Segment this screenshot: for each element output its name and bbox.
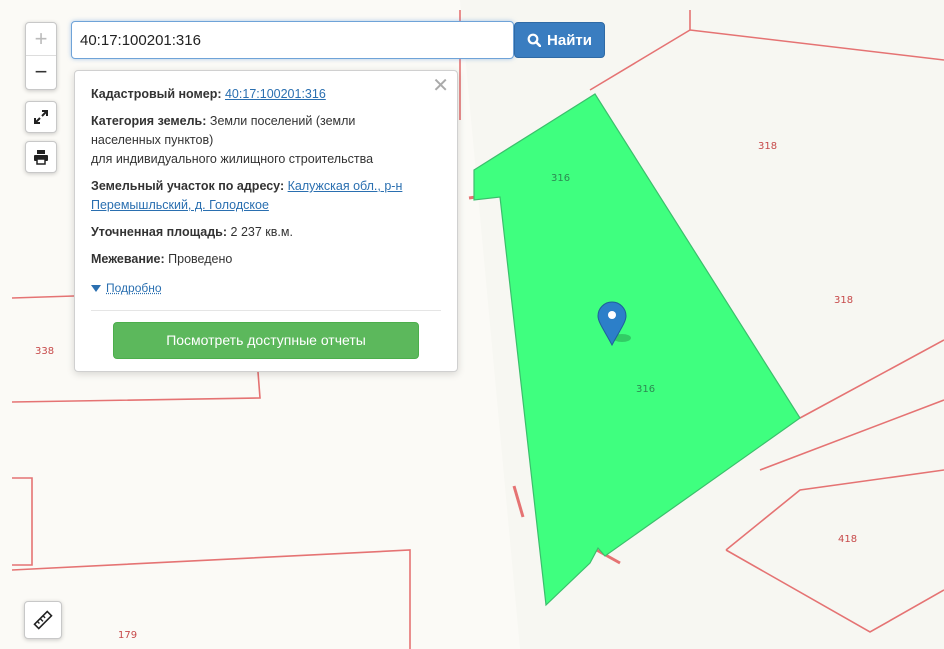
ruler-icon [33,610,53,630]
category-label: Категория земель: [91,114,207,128]
caret-down-icon [91,285,101,292]
search-input[interactable] [71,21,514,59]
survey-value: Проведено [168,252,233,266]
address-row: Земельный участок по адресу: Калужская о… [91,177,441,215]
category-row: Категория земель: Земли поселений (земли… [91,112,441,169]
area-label: Уточненная площадь: [91,225,228,239]
details-label: Подробно [106,281,162,295]
parcel-label: 318 [758,141,777,152]
parcel-label: 418 [838,534,857,545]
category-value: Земли поселений (земли [209,114,356,128]
category-value: для индивидуального жилищного строительс… [91,152,374,166]
cadastral-link[interactable]: 40:17:100201:316 [225,87,326,101]
zoom-out-button[interactable]: − [26,55,56,88]
parcel-label: 318 [834,295,853,306]
expand-icon [34,110,48,124]
parcel-label: 316 [636,384,655,395]
area-value: 2 237 кв.м. [230,225,293,239]
survey-label: Межевание: [91,252,165,266]
address-link[interactable]: Перемышльский, д. Голодское [91,198,269,212]
divider [91,310,441,311]
parcel-label: 316 [551,173,570,184]
address-link[interactable]: Калужская обл., р-н [288,179,403,193]
parcel-label: 179 [118,630,137,641]
measure-button[interactable] [24,601,62,639]
cadastral-row: Кадастровый номер: 40:17:100201:316 [91,85,441,104]
zoom-in-button[interactable]: + [26,23,56,55]
address-label: Земельный участок по адресу: [91,179,285,193]
parcel-info-popup: ✕ Кадастровый номер: 40:17:100201:316 Ка… [74,70,458,372]
category-value: населенных пунктов) [91,133,214,147]
print-button[interactable] [25,141,57,173]
area-row: Уточненная площадь: 2 237 кв.м. [91,223,441,242]
print-icon [34,150,48,165]
search-button[interactable]: Найти [514,22,605,58]
fullscreen-button[interactable] [25,101,57,133]
survey-row: Межевание: Проведено [91,250,441,269]
zoom-control: + − [25,22,57,90]
cadastral-label: Кадастровый номер: [91,87,222,101]
search-button-label: Найти [547,31,592,49]
parcel-label: 338 [35,346,54,357]
view-reports-button[interactable]: Посмотреть доступные отчеты [113,322,419,359]
close-icon[interactable]: ✕ [432,76,449,96]
details-toggle[interactable]: Подробно [91,279,441,298]
search-icon [527,33,542,47]
